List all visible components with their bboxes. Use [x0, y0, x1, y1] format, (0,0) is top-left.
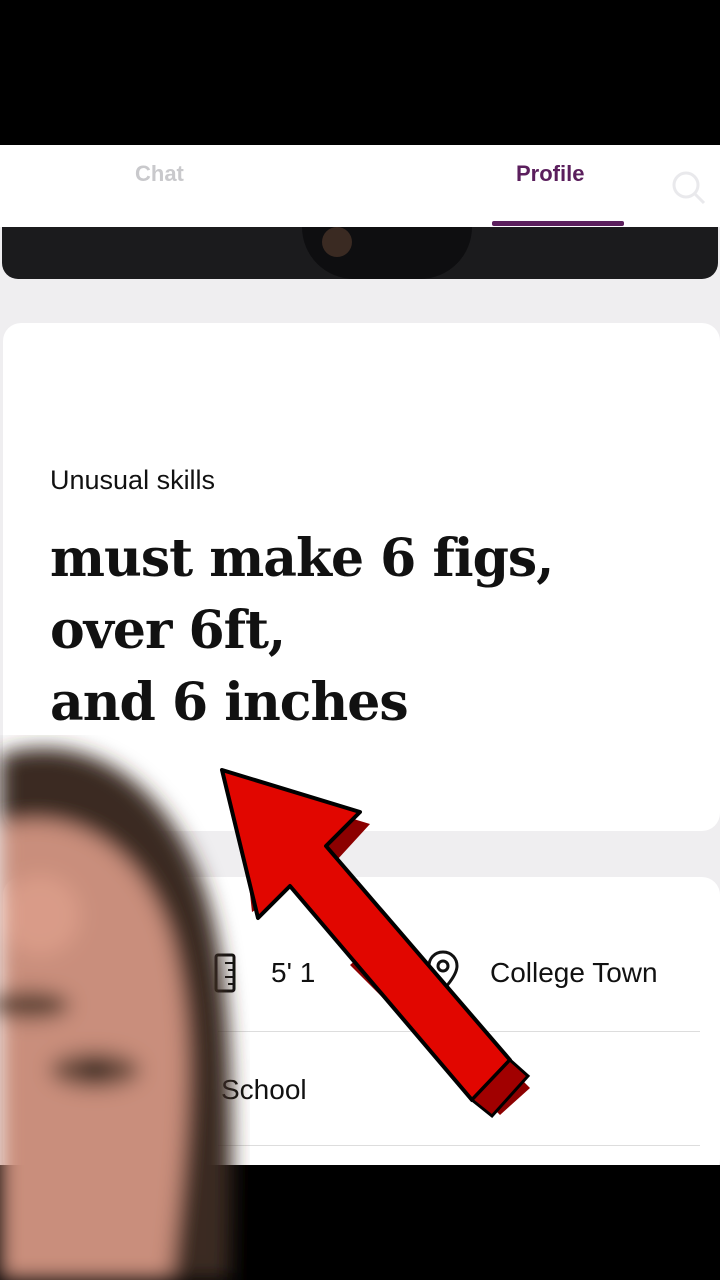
photo-detail	[322, 227, 352, 257]
top-letterbox	[0, 0, 720, 145]
profile-photo[interactable]	[2, 227, 718, 279]
divider	[218, 1145, 700, 1146]
tab-chat[interactable]: Chat	[135, 161, 184, 187]
arrow-overlay	[220, 768, 531, 1119]
active-tab-indicator	[492, 221, 624, 226]
search-icon[interactable]	[668, 167, 708, 207]
prompt-answer-line: over 6ft,	[50, 600, 286, 661]
top-tab-bar: Chat Profile	[0, 145, 720, 227]
prompt-answer: must make 6 figs, over 6ft, and 6 inches	[50, 523, 690, 739]
prompt-answer-line: and 6 inches	[50, 672, 409, 733]
prompt-answer-line: must make 6 figs,	[50, 528, 554, 589]
tab-profile[interactable]: Profile	[516, 161, 584, 187]
prompt-label: Unusual skills	[50, 465, 216, 495]
